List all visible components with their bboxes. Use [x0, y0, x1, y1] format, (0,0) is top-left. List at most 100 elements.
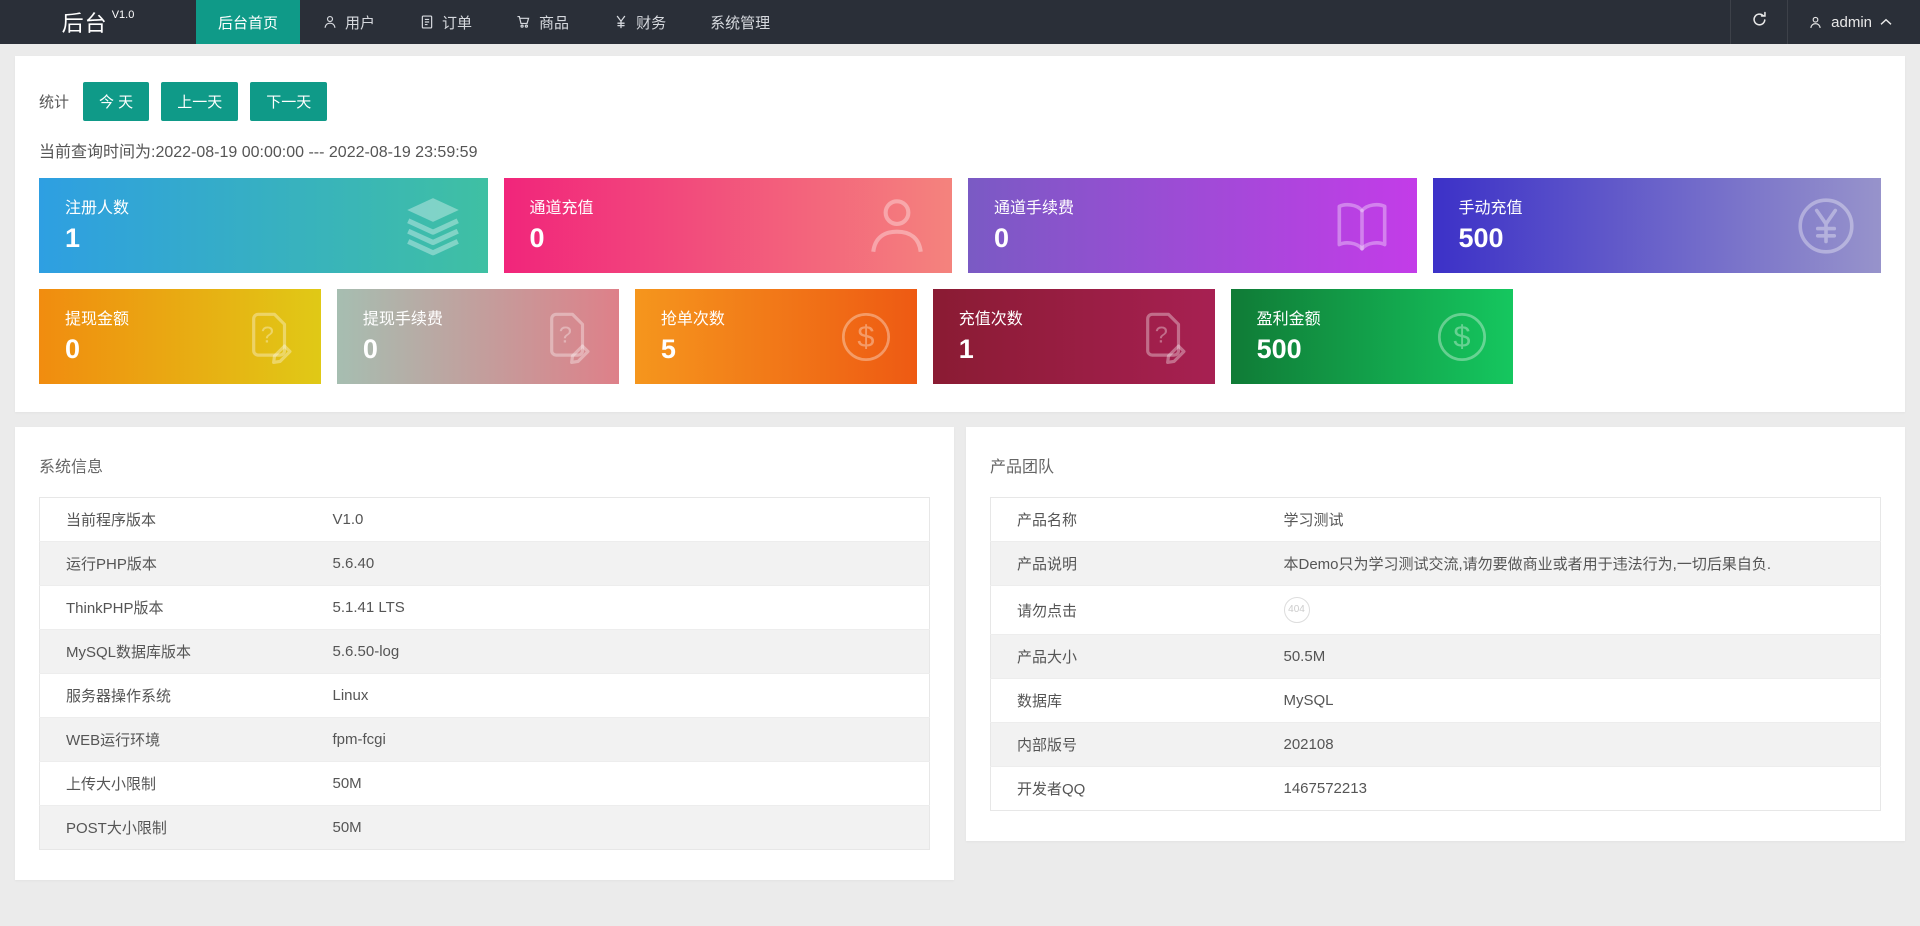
user-icon [1808, 15, 1823, 30]
system-info-table: 当前程序版本 V1.0 运行PHP版本 5.6.40 ThinkPHP版本 5.1.41 … [39, 497, 930, 850]
nav-item-2[interactable]: 用户 [300, 0, 397, 44]
system-info-title: 系统信息 [39, 459, 104, 476]
person-icon [864, 193, 930, 259]
table-row: 服务器操作系统 Linux [39, 673, 930, 718]
brand-title: 后台 [61, 11, 108, 36]
stat-card: 通道手续费 0 [968, 178, 1417, 273]
row-value: fpm-fcgi [306, 717, 930, 762]
row-value: 5.6.50-log [306, 629, 930, 674]
row-value: V1.0 [306, 497, 930, 542]
navbar-right: admin [1730, 0, 1920, 44]
stats-header: 统计 今 天上一天 下一天 [39, 82, 1881, 121]
file-question-icon: ? [1135, 308, 1193, 366]
row-label: 服务器操作系统 [39, 673, 307, 718]
row-label: WEB运行环境 [39, 717, 307, 762]
row-value: 学习测试 [1257, 497, 1881, 542]
row-value: 5.6.40 [306, 541, 930, 586]
file-question-icon: ? [539, 308, 597, 366]
table-row: 当前程序版本 V1.0 [39, 497, 930, 542]
table-row: MySQL数据库版本 5.6.50-log [39, 629, 930, 674]
row-value: 50M [332, 819, 362, 836]
row-label: 产品说明 [990, 541, 1258, 586]
product-team-title: 产品团队 [990, 459, 1055, 476]
brand-logo[interactable]: 后台 V1.0 [0, 0, 196, 44]
yen-icon [613, 14, 629, 30]
product-team-table: 产品名称 学习测试 产品说明 本Demo只为学习测试交流,请勿要做商业或者用于违法行为… [990, 497, 1881, 811]
refresh-button[interactable] [1730, 0, 1789, 44]
row-label: 开发者QQ [1017, 781, 1086, 798]
stat-button-1[interactable]: 今 天 [83, 82, 150, 121]
system-info-panel: 系统信息 当前程序版本 V1.0 运行PHP版本 5.6.40 ThinkPHP版本 5.… [15, 427, 954, 880]
svg-text:?: ? [559, 321, 572, 347]
row-label: 产品大小 [990, 634, 1258, 679]
row-label: ThinkPHP版本 [39, 585, 307, 630]
row-label: MySQL数据库版本 [39, 629, 307, 674]
svg-text:$: $ [857, 318, 874, 353]
row-value: 50.5M [1257, 634, 1881, 679]
table-row: 产品大小 50.5M [990, 634, 1881, 679]
nav-item-1[interactable]: 后台首页 [196, 0, 301, 44]
stat-card: 提现金额 0? [39, 289, 321, 384]
stat-button-2[interactable]: 上一天 [161, 82, 239, 121]
stat-card: 盈利金额 500 $ [1230, 289, 1513, 384]
yen-circle-icon [1793, 193, 1859, 259]
query-time-text: 当前查询时间为:2022-08-19 00:00:00 --- 2022-08-… [39, 144, 478, 161]
main-content: 统计 今 天上一天 下一天 当前查询时间为:2022-08-19 00:00:00… [0, 56, 1920, 880]
cart-icon [516, 14, 532, 30]
stat-card: 通道充值 0 [503, 178, 952, 273]
stats-buttons: 今 天上一天 下一天 [83, 82, 339, 121]
table-row: 内部版号 202108 [990, 722, 1881, 767]
svg-text:?: ? [261, 321, 274, 347]
refresh-icon [1751, 11, 1768, 33]
row-value: Linux [306, 673, 930, 718]
table-row: 运行PHP版本 5.6.40 [39, 541, 930, 586]
nav-item-6[interactable]: 系统管理 [688, 0, 792, 44]
stats-label: 统计 [39, 94, 70, 111]
file-question-icon: ? [241, 308, 299, 366]
stat-card: 注册人数 1 [39, 178, 488, 273]
admin-menu[interactable]: admin [1788, 0, 1920, 44]
table-row: 产品名称 学习测试 [990, 497, 1881, 542]
book-icon [1329, 193, 1395, 259]
row-label: 当前程序版本 [39, 497, 307, 542]
nav-item-5[interactable]: 财务 [591, 0, 688, 44]
nav-item-label: 订单 [442, 14, 473, 32]
stat-card: 充值次数 1? [932, 289, 1215, 384]
row-value: MySQL [1257, 678, 1881, 723]
stat-card: 抢单次数 5 $ [634, 289, 917, 384]
order-icon [419, 14, 435, 30]
bottom-panels: 系统信息 当前程序版本 V1.0 运行PHP版本 5.6.40 ThinkPHP版本 5.… [15, 427, 1905, 880]
table-row: 请勿点击 404 [990, 585, 1881, 635]
nav-item-label: 系统管理 [710, 14, 771, 32]
nav-item-3[interactable]: 订单 [397, 0, 494, 44]
stat-card: 提现手续费 0? [336, 289, 619, 384]
table-row: WEB运行环境 fpm-fcgi [39, 717, 930, 762]
table-row: 开发者QQ 1467572213 [991, 767, 1881, 811]
nav-item-label: 后台首页 [218, 14, 279, 32]
table-row: 上传大小限制 50M [39, 761, 930, 806]
row-label: 运行PHP版本 [39, 541, 307, 586]
table-row: 产品说明 本Demo只为学习测试交流,请勿要做商业或者用于违法行为,一切后果自负. [990, 541, 1881, 586]
nav-item-label: 商品 [539, 14, 570, 32]
row-label: 产品名称 [990, 497, 1258, 542]
stat-button-3[interactable]: 下一天 [250, 82, 328, 121]
row-value: 404 [1257, 585, 1881, 635]
stat-cards-row-2: 提现金额 0? 提现手续费 0? 抢单次数 5 $ 充值次数 1? 盈利金额 500 $ [39, 289, 1881, 384]
badge-404[interactable]: 404 [1283, 597, 1310, 623]
top-navbar: 后台 V1.0 后台首页 用户 订单 商品 财务 系统管理 admin [0, 0, 1920, 44]
nav-item-label: 财务 [636, 14, 667, 32]
layers-icon [400, 193, 466, 259]
row-value: 202108 [1257, 722, 1881, 767]
row-label: 数据库 [990, 678, 1258, 723]
nav-item-4[interactable]: 商品 [494, 0, 591, 44]
dollar-circle-icon: $ [837, 308, 895, 366]
chevron-up-icon [1880, 18, 1892, 26]
user-icon [322, 14, 338, 30]
main-nav: 后台首页 用户 订单 商品 财务 系统管理 [196, 0, 792, 44]
svg-text:?: ? [1154, 321, 1167, 347]
row-label: POST大小限制 [66, 820, 167, 837]
brand-version: V1.0 [111, 9, 135, 21]
row-label: 内部版号 [990, 722, 1258, 767]
product-team-panel: 产品团队 产品名称 学习测试 产品说明 本Demo只为学习测试交流,请勿要做商业或者用… [966, 427, 1905, 841]
stats-panel: 统计 今 天上一天 下一天 当前查询时间为:2022-08-19 00:00:00… [15, 56, 1905, 412]
